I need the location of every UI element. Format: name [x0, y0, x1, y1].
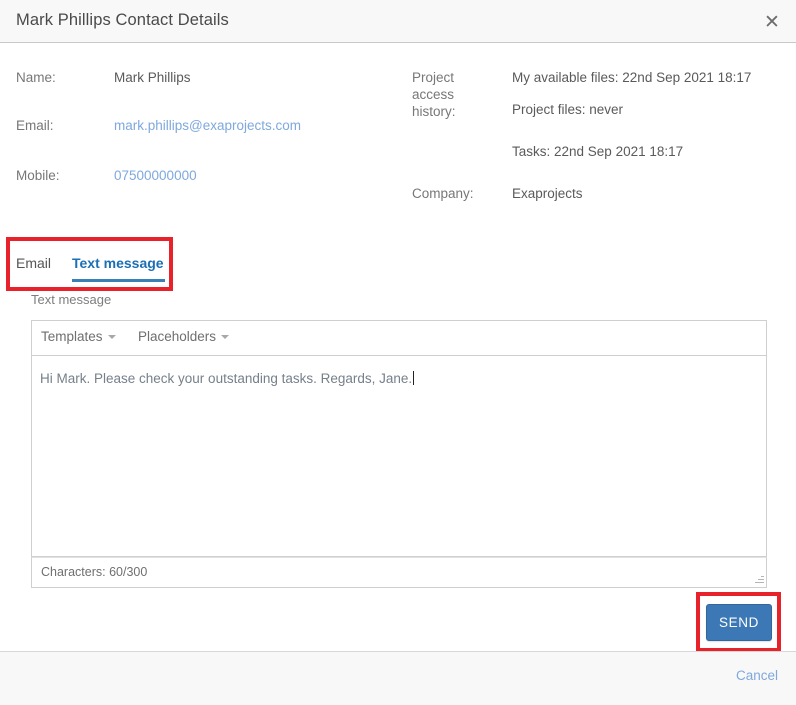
mobile-label: Mobile:: [16, 168, 60, 183]
tab-email[interactable]: Email: [16, 243, 51, 283]
dialog-header: Mark Phillips Contact Details ✕: [0, 0, 796, 43]
page-title: Mark Phillips Contact Details: [16, 11, 229, 29]
character-counter: Characters: 60/300: [41, 565, 148, 579]
editor-toolbar: Templates Placeholders: [31, 320, 767, 356]
send-button[interactable]: SEND: [706, 604, 772, 641]
message-textarea-content: Hi Mark. Please check your outstanding t…: [40, 370, 758, 388]
project-access-history-label-line-1: Project: [412, 70, 455, 85]
contact-info-section: Name: Mark Phillips Email: mark.phillips…: [0, 43, 796, 228]
message-type-tabs: Email Text message: [0, 243, 796, 285]
email-value-link[interactable]: mark.phillips@exaprojects.com: [114, 117, 301, 134]
company-value: Exaprojects: [512, 186, 583, 201]
name-value: Mark Phillips: [114, 70, 191, 85]
project-files-value: Project files: never: [512, 102, 624, 117]
name-label: Name:: [16, 70, 56, 85]
contact-details-dialog: Mark Phillips Contact Details ✕ Name: Ma…: [0, 0, 796, 705]
dialog-footer: Cancel: [0, 651, 796, 705]
tasks-value: Tasks: 22nd Sep 2021 18:17: [512, 144, 684, 159]
editor-status-bar: Characters: 60/300: [31, 557, 767, 588]
mobile-value-link[interactable]: 07500000000: [114, 167, 197, 184]
company-label: Company:: [412, 186, 474, 201]
message-textarea[interactable]: Hi Mark. Please check your outstanding t…: [31, 356, 767, 557]
text-message-field-label: Text message: [31, 292, 112, 307]
chevron-down-icon: [221, 335, 230, 339]
tab-text-message[interactable]: Text message: [72, 243, 164, 283]
close-icon[interactable]: ✕: [757, 8, 787, 36]
templates-dropdown[interactable]: Templates: [41, 329, 116, 344]
chevron-down-icon: [107, 335, 116, 339]
placeholders-label: Placeholders: [138, 329, 217, 344]
templates-label: Templates: [41, 329, 103, 344]
message-text: Hi Mark. Please check your outstanding t…: [40, 371, 413, 386]
my-available-files-value: My available files: 22nd Sep 2021 18:17: [512, 70, 752, 85]
email-label: Email:: [16, 118, 54, 133]
cancel-link[interactable]: Cancel: [736, 668, 778, 683]
text-cursor: [413, 371, 415, 385]
project-access-history-label-line-2: access: [412, 87, 455, 102]
project-access-history-label-line-3: history:: [412, 104, 456, 119]
project-access-history-label: Project access history:: [412, 69, 504, 120]
active-tab-indicator: [72, 279, 165, 282]
resize-grip-icon[interactable]: [752, 573, 764, 585]
placeholders-dropdown[interactable]: Placeholders: [138, 329, 230, 344]
